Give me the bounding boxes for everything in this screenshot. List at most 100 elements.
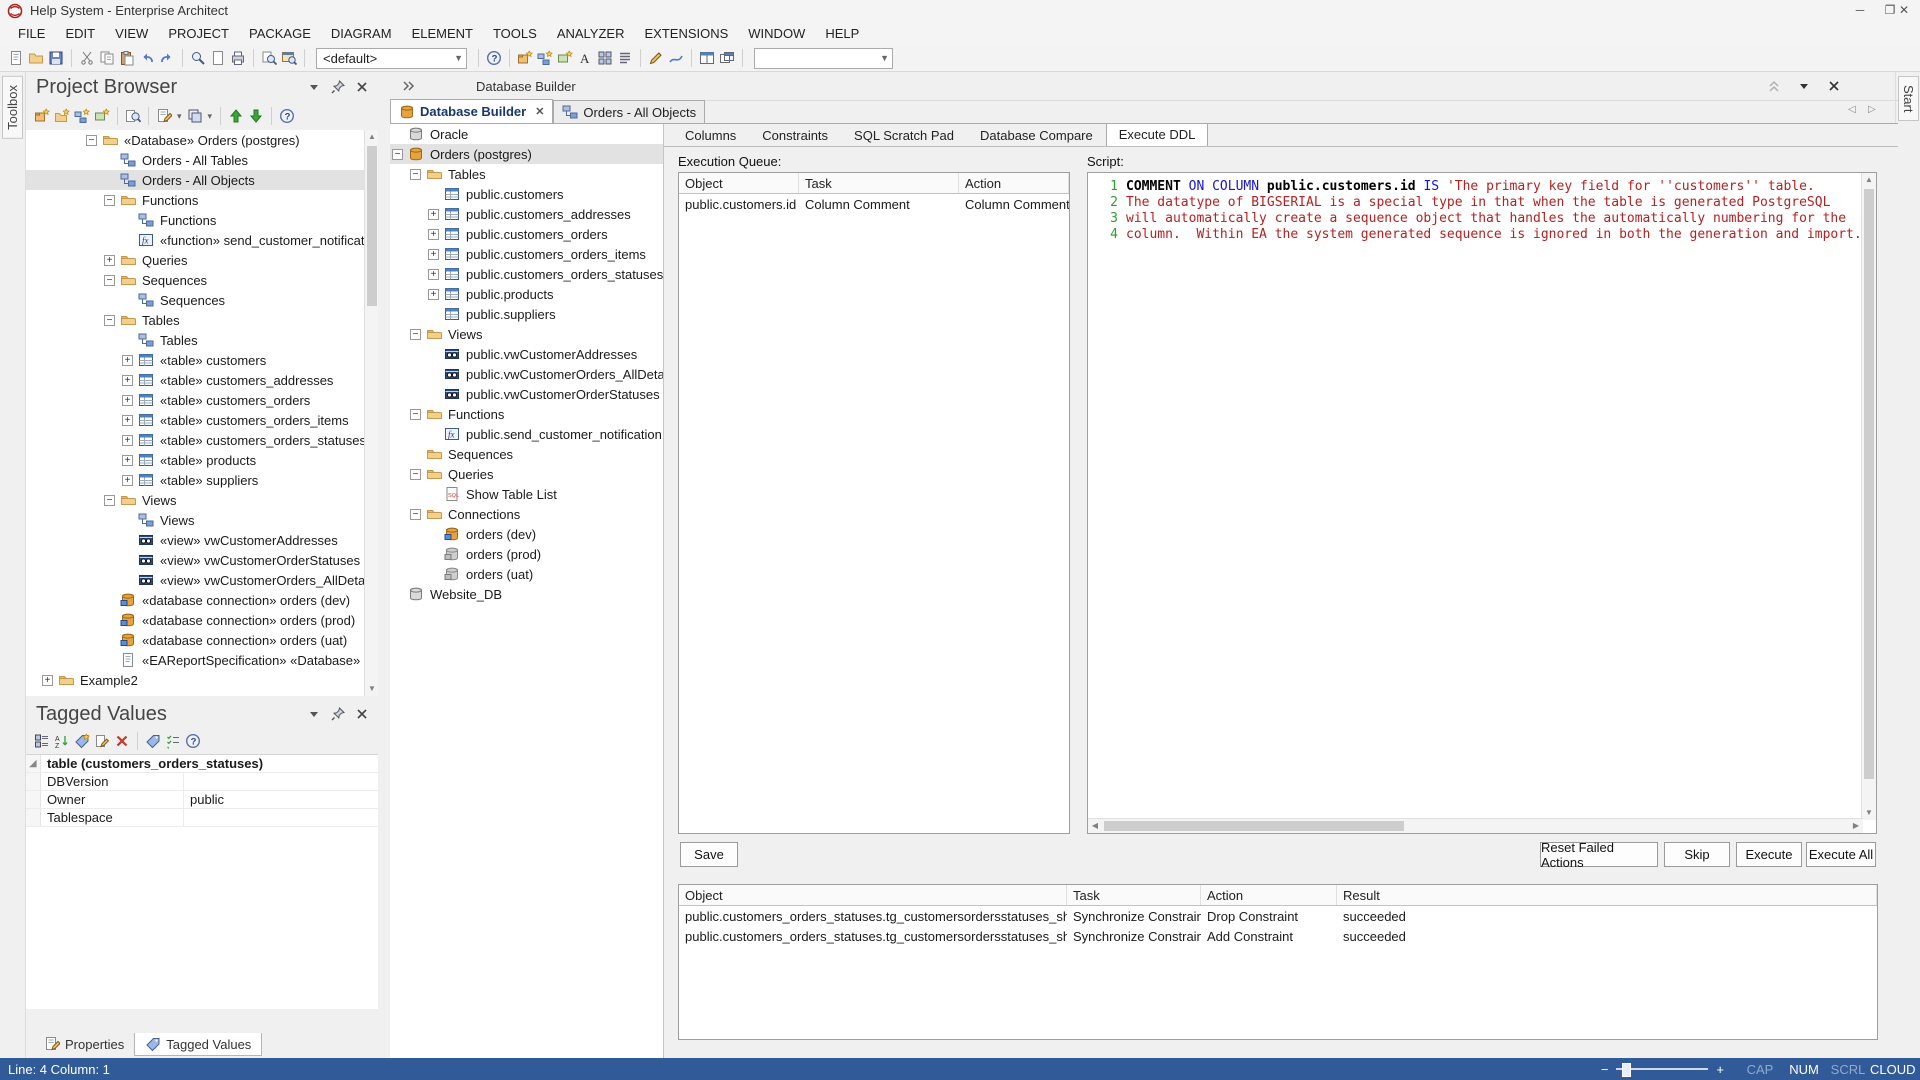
shutter-icon[interactable] bbox=[400, 78, 416, 94]
expander-icon[interactable]: − bbox=[410, 329, 421, 340]
print-button[interactable] bbox=[230, 50, 246, 66]
tree-item-orders-all-objects[interactable]: Orders - All Objects bbox=[26, 170, 378, 190]
tree-item-oracle[interactable]: Oracle bbox=[390, 124, 663, 144]
tree-item-connections[interactable]: −Connections bbox=[390, 504, 663, 524]
page-button[interactable] bbox=[210, 50, 226, 66]
help-button[interactable]: ? bbox=[486, 50, 502, 66]
column-header-result[interactable]: Result bbox=[1337, 885, 1877, 905]
tree-item-public-suppliers[interactable]: public.suppliers bbox=[390, 304, 663, 324]
tree-item-view-vwcustomerorders-alldetails[interactable]: «view» vwCustomerOrders_AllDetails bbox=[26, 570, 378, 590]
tree-item-eareportspecification-database-postgres[interactable]: «EAReportSpecification» «Database» Postg… bbox=[26, 650, 378, 670]
menu-package[interactable]: PACKAGE bbox=[239, 22, 321, 45]
tree-item-example2[interactable]: +Example2 bbox=[26, 670, 378, 690]
help-button[interactable]: ? bbox=[279, 108, 295, 124]
tab-properties[interactable]: Properties bbox=[34, 1033, 134, 1055]
expander-icon[interactable]: + bbox=[428, 229, 439, 240]
scrollbar-thumb[interactable] bbox=[1104, 821, 1404, 831]
tagged-value-row[interactable]: DBVersion bbox=[26, 773, 378, 791]
tree-item-database-connection-orders-dev[interactable]: «database connection» orders (dev) bbox=[26, 590, 378, 610]
tree-item-queries[interactable]: +Queries bbox=[26, 250, 378, 270]
tree-item-orders-all-tables[interactable]: Orders - All Tables bbox=[26, 150, 378, 170]
stack-button[interactable] bbox=[187, 108, 203, 124]
column-header-task[interactable]: Task bbox=[1067, 885, 1201, 905]
tree-item-table-products[interactable]: +«table» products bbox=[26, 450, 378, 470]
delete-x-button[interactable] bbox=[114, 733, 130, 749]
column-header-task[interactable]: Task bbox=[799, 173, 959, 193]
expander-icon[interactable]: − bbox=[410, 169, 421, 180]
menu-view[interactable]: VIEW bbox=[105, 22, 158, 45]
tree-item-table-customers[interactable]: +«table» customers bbox=[26, 350, 378, 370]
expander-icon[interactable]: + bbox=[122, 435, 133, 446]
close-icon[interactable] bbox=[354, 79, 370, 95]
start-tab[interactable]: Start bbox=[1898, 76, 1919, 121]
expander-icon[interactable]: + bbox=[428, 289, 439, 300]
paste-button[interactable] bbox=[119, 50, 135, 66]
expander-icon[interactable]: + bbox=[122, 395, 133, 406]
chevron-down-icon[interactable] bbox=[306, 706, 322, 722]
subtab-database-compare[interactable]: Database Compare bbox=[967, 124, 1106, 146]
expander-icon[interactable]: + bbox=[104, 255, 115, 266]
expander-icon[interactable]: − bbox=[104, 275, 115, 286]
chevron-down-icon[interactable]: ▾ bbox=[208, 111, 213, 122]
new-package-button[interactable] bbox=[517, 50, 533, 66]
tree-item-orders-uat[interactable]: orders (uat) bbox=[390, 564, 663, 584]
copy-button[interactable] bbox=[99, 50, 115, 66]
tree-item-views[interactable]: Views bbox=[26, 510, 378, 530]
window-cascade-button[interactable] bbox=[719, 50, 735, 66]
project-browser-scrollbar[interactable]: ▲ ▼ bbox=[364, 130, 379, 696]
toolbar-search-combo[interactable]: ▼ bbox=[754, 48, 893, 69]
find-button[interactable] bbox=[190, 50, 206, 66]
expander-icon[interactable]: + bbox=[42, 675, 53, 686]
expander-icon[interactable]: + bbox=[122, 355, 133, 366]
toolbox-tab[interactable]: Toolbox bbox=[2, 76, 23, 139]
list-button[interactable] bbox=[617, 50, 633, 66]
chevron-down-icon[interactable]: ▾ bbox=[177, 111, 182, 122]
menu-analyzer[interactable]: ANALYZER bbox=[547, 22, 635, 45]
tree-item-view-vwcustomerorderstatuses[interactable]: «view» vwCustomerOrderStatuses bbox=[26, 550, 378, 570]
scrollbar-thumb[interactable] bbox=[367, 146, 377, 306]
menu-file[interactable]: FILE bbox=[8, 22, 55, 45]
tree-item-database-orders-postgres[interactable]: −«Database» Orders (postgres) bbox=[26, 130, 378, 150]
menu-diagram[interactable]: DIAGRAM bbox=[321, 22, 402, 45]
tree-item-public-customers-orders[interactable]: +public.customers_orders bbox=[390, 224, 663, 244]
table-row[interactable]: public.customers_orders_statuses.tg_cust… bbox=[679, 926, 1877, 946]
subtab-constraints[interactable]: Constraints bbox=[749, 124, 841, 146]
down-green-button[interactable] bbox=[248, 108, 264, 124]
save-button[interactable] bbox=[48, 50, 64, 66]
tree-item-view-vwcustomeraddresses[interactable]: «view» vwCustomerAddresses bbox=[26, 530, 378, 550]
pen-button[interactable] bbox=[648, 50, 664, 66]
panel-splitter[interactable] bbox=[378, 72, 390, 1058]
tree-item-public-vwcustomeraddresses[interactable]: public.vwCustomerAddresses bbox=[390, 344, 663, 364]
expander-icon[interactable]: + bbox=[428, 209, 439, 220]
expander-icon[interactable]: + bbox=[122, 475, 133, 486]
tree-item-public-products[interactable]: +public.products bbox=[390, 284, 663, 304]
tree-item-sequences[interactable]: −Sequences bbox=[26, 270, 378, 290]
menu-element[interactable]: ELEMENT bbox=[402, 22, 483, 45]
tree-item-function-send-customer-notification[interactable]: fx«function» send_customer_notification bbox=[26, 230, 378, 250]
edit-tag-button[interactable] bbox=[94, 733, 110, 749]
tree-item-functions[interactable]: −Functions bbox=[26, 190, 378, 210]
skip-button[interactable]: Skip bbox=[1664, 842, 1730, 867]
tree-item-views[interactable]: −Views bbox=[390, 324, 663, 344]
subtab-sql-scratch-pad[interactable]: SQL Scratch Pad bbox=[841, 124, 967, 146]
table-row[interactable]: public.customers_orders_statuses.tg_cust… bbox=[679, 906, 1877, 926]
line-style-button[interactable] bbox=[668, 50, 684, 66]
tree-item-public-send-customer-notification[interactable]: fxpublic.send_customer_notification bbox=[390, 424, 663, 444]
new-element-button[interactable] bbox=[94, 108, 110, 124]
close-button[interactable]: ✕ bbox=[1890, 0, 1918, 21]
tree-item-sequences[interactable]: Sequences bbox=[26, 290, 378, 310]
tree-item-public-customers-addresses[interactable]: +public.customers_addresses bbox=[390, 204, 663, 224]
script-editor[interactable]: 1COMMENT ON COLUMN public.customers.id I… bbox=[1087, 172, 1877, 834]
scroll-down-icon[interactable]: ▼ bbox=[365, 682, 379, 696]
tree-item-table-customers-orders-statuses[interactable]: +«table» customers_orders_statuses bbox=[26, 430, 378, 450]
redo-button[interactable] bbox=[159, 50, 175, 66]
tree-item-table-customers-addresses[interactable]: +«table» customers_addresses bbox=[26, 370, 378, 390]
help-button[interactable]: ? bbox=[185, 733, 201, 749]
save-button[interactable]: Save bbox=[680, 842, 738, 867]
tree-item-public-customers[interactable]: public.customers bbox=[390, 184, 663, 204]
execute-all-button[interactable]: Execute All bbox=[1806, 842, 1876, 867]
scroll-right-icon[interactable]: ▶ bbox=[1849, 819, 1863, 833]
new-diagram-button[interactable] bbox=[537, 50, 553, 66]
script-hscrollbar[interactable]: ◀ ▶ bbox=[1088, 818, 1863, 833]
table-row[interactable]: public.customers.idColumn CommentColumn … bbox=[679, 194, 1069, 214]
